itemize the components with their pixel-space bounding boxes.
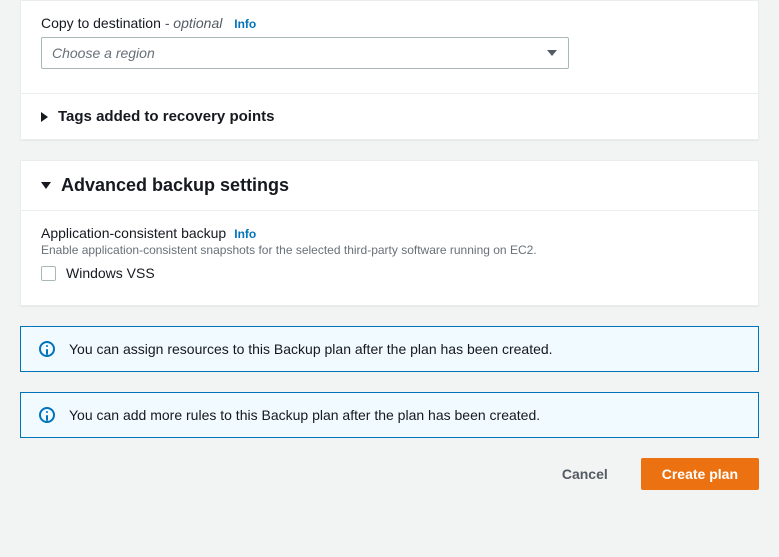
advanced-expander[interactable]: Advanced backup settings [21,161,758,211]
copy-destination-info-link[interactable]: Info [234,17,256,31]
caret-right-icon [41,112,48,122]
app-consistent-description: Enable application-consistent snapshots … [41,243,738,257]
app-consistent-label-row: Application-consistent backup Info [41,225,738,241]
panel-copy-and-tags: Copy to destination - optional Info Choo… [20,0,759,140]
tags-expander-title: Tags added to recovery points [58,108,274,125]
advanced-body: Application-consistent backup Info Enabl… [21,211,758,305]
windows-vss-label: Windows VSS [66,265,155,281]
panel-advanced-settings: Advanced backup settings Application-con… [20,160,759,306]
tags-expander[interactable]: Tags added to recovery points [21,93,758,139]
chevron-down-icon [536,38,568,68]
copy-destination-section: Copy to destination - optional Info Choo… [21,1,758,93]
windows-vss-row: Windows VSS [41,265,738,281]
advanced-expander-title: Advanced backup settings [61,175,289,196]
app-consistent-label: Application-consistent backup [41,225,226,241]
banner-assign-resources-text: You can assign resources to this Backup … [69,341,553,357]
info-icon [39,341,55,357]
caret-down-icon [41,182,51,189]
app-consistent-info-link[interactable]: Info [234,227,256,241]
windows-vss-checkbox[interactable] [41,266,56,281]
copy-destination-placeholder: Choose a region [52,45,155,61]
copy-destination-label: Copy to destination - optional Info [41,15,738,31]
banner-assign-resources: You can assign resources to this Backup … [20,326,759,372]
copy-destination-label-text: Copy to destination [41,15,161,31]
optional-suffix: - optional [161,15,222,31]
copy-destination-select[interactable]: Choose a region [41,37,569,69]
banner-add-rules-text: You can add more rules to this Backup pl… [69,407,540,423]
action-bar: Cancel Create plan [20,458,759,510]
cancel-button[interactable]: Cancel [541,458,629,490]
banner-add-rules: You can add more rules to this Backup pl… [20,392,759,438]
info-icon [39,407,55,423]
create-plan-button[interactable]: Create plan [641,458,759,490]
